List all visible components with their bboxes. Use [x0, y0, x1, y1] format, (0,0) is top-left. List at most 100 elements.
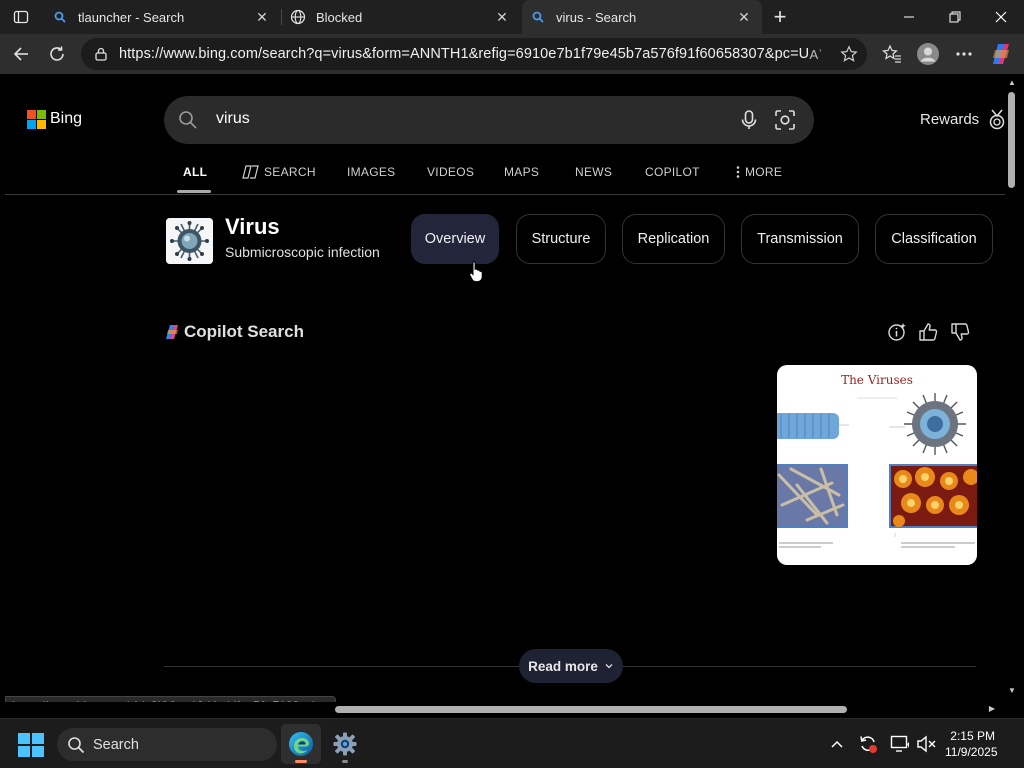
profile-button[interactable] — [913, 39, 943, 69]
refresh-icon — [50, 46, 64, 61]
nav-copilot[interactable]: COPILOT — [645, 165, 700, 179]
entity-title[interactable]: Virus — [225, 214, 280, 240]
favorites-list-icon — [882, 44, 901, 63]
tab-close-button[interactable]: ✕ — [494, 9, 510, 25]
nav-more-label: MORE — [745, 165, 783, 179]
copilot-icon — [993, 44, 1009, 64]
edge-browser-icon — [289, 732, 313, 756]
pill-overview[interactable]: Overview — [411, 214, 499, 264]
site-info-icon[interactable] — [93, 46, 109, 62]
nav-videos[interactable]: VIDEOS — [427, 165, 474, 179]
taskbar-edge[interactable] — [281, 724, 321, 764]
tab-close-button[interactable]: ✕ — [736, 9, 752, 25]
microsoft-logo-icon — [27, 110, 46, 129]
tab-close-button[interactable]: ✕ — [254, 9, 270, 25]
more-vertical-icon — [736, 166, 740, 178]
bing-results-page: Bing virus Rewards ALL SEARCH IMAGES VID… — [5, 74, 1005, 718]
vertical-scrollbar[interactable]: ▲ ▼ — [1005, 74, 1019, 704]
tab-virus-search[interactable]: virus - Search ✕ — [522, 0, 762, 34]
bing-logo[interactable]: Bing — [27, 110, 82, 129]
tab-actions-button[interactable] — [8, 5, 34, 29]
globe-icon — [290, 9, 306, 25]
scroll-down-arrow-icon[interactable]: ▼ — [1007, 686, 1017, 696]
copilot-search-nav-icon — [242, 165, 259, 179]
pill-transmission[interactable]: Transmission — [741, 214, 859, 264]
mouse-cursor — [469, 261, 483, 282]
show-hidden-icons-button[interactable] — [826, 733, 848, 755]
refresh-button[interactable] — [42, 39, 72, 69]
virus-thumbnail[interactable] — [166, 218, 213, 264]
search-box[interactable]: virus — [164, 96, 814, 144]
tab-tlauncher-search[interactable]: tlauncher - Search ✕ — [44, 0, 280, 34]
sync-alert-icon — [860, 736, 877, 753]
virus-figure-card[interactable]: The Viruses — [777, 365, 977, 565]
minimize-button[interactable] — [886, 0, 932, 34]
horizontal-scroll-thumb[interactable] — [335, 706, 847, 713]
sync-status-button[interactable] — [857, 733, 879, 755]
page-viewport: Bing virus Rewards ALL SEARCH IMAGES VID… — [0, 74, 1024, 718]
nav-news[interactable]: NEWS — [575, 165, 612, 179]
tab-title: virus - Search — [556, 9, 637, 25]
thumbs-down-button[interactable] — [949, 321, 971, 343]
taskbar-search[interactable]: Search — [57, 728, 277, 761]
clock-time: 2:15 PM — [950, 729, 995, 743]
rewards-link[interactable]: Rewards — [920, 111, 979, 128]
favorites-button[interactable] — [877, 39, 907, 69]
taskbar-settings[interactable] — [325, 724, 365, 764]
copilot-info-button[interactable] — [886, 321, 908, 343]
nav-images[interactable]: IMAGES — [347, 165, 395, 179]
visual-search-icon[interactable] — [774, 109, 796, 131]
restore-icon — [949, 11, 961, 23]
microphone-icon[interactable] — [738, 109, 760, 131]
scroll-up-arrow-icon[interactable]: ▲ — [1007, 78, 1017, 88]
settings-more-button[interactable] — [949, 39, 979, 69]
windows-logo-icon — [18, 733, 30, 744]
search-icon — [179, 111, 197, 129]
nav-maps[interactable]: MAPS — [504, 165, 539, 179]
copilot-search-heading: Copilot Search — [164, 322, 304, 342]
thumbs-up-button[interactable] — [917, 321, 939, 343]
read-aloud-icon[interactable]: Aʾ — [806, 44, 826, 64]
nav-search[interactable]: SEARCH — [242, 165, 316, 179]
volume-tray-button[interactable] — [915, 733, 937, 755]
new-tab-button[interactable]: + — [768, 4, 792, 29]
tab-blocked[interactable]: Blocked ✕ — [282, 0, 520, 34]
speaker-muted-icon — [917, 735, 936, 753]
vertical-scroll-thumb[interactable] — [1008, 92, 1015, 188]
horizontal-scrollbar[interactable]: ▶ — [0, 702, 1005, 716]
back-button[interactable] — [6, 39, 36, 69]
system-clock[interactable]: 2:15 PM 11/9/2025 — [945, 728, 998, 760]
search-input[interactable]: virus — [216, 110, 250, 128]
nav-divider — [5, 194, 1005, 195]
nav-all[interactable]: ALL — [183, 165, 207, 179]
tab-title: Blocked — [316, 9, 363, 25]
browser-toolbar: https://www.bing.com/search?q=virus&form… — [0, 34, 1024, 74]
thumbs-down-icon — [951, 323, 970, 341]
scroll-right-arrow-icon[interactable]: ▶ — [987, 704, 997, 714]
back-arrow-icon — [13, 47, 28, 61]
display-tray-button[interactable] — [889, 733, 911, 755]
pill-replication[interactable]: Replication — [622, 214, 725, 264]
pill-classification[interactable]: Classification — [875, 214, 993, 264]
address-bar[interactable]: https://www.bing.com/search?q=virus&form… — [81, 38, 867, 70]
copilot-logo-icon — [166, 325, 178, 339]
read-more-button[interactable]: Read more — [519, 649, 623, 683]
virus-illustration — [166, 218, 213, 264]
browser-tab-strip: tlauncher - Search ✕ Blocked ✕ virus - S… — [0, 0, 1024, 34]
nav-search-label: SEARCH — [264, 165, 316, 179]
pill-structure[interactable]: Structure — [516, 214, 606, 264]
more-horizontal-icon — [956, 52, 972, 56]
copilot-button[interactable] — [986, 39, 1016, 69]
active-app-indicator — [295, 760, 307, 763]
url-text[interactable]: https://www.bing.com/search?q=virus&form… — [119, 46, 809, 62]
nav-more[interactable]: MORE — [735, 165, 782, 179]
taskbar-search-label: Search — [93, 736, 139, 753]
thumbs-up-icon — [919, 323, 938, 341]
favorite-star-icon[interactable] — [839, 44, 859, 64]
chevron-up-icon — [831, 740, 843, 748]
start-button[interactable] — [18, 733, 44, 757]
tab-actions-icon — [13, 10, 29, 24]
restore-button[interactable] — [932, 0, 978, 34]
close-window-button[interactable] — [978, 0, 1024, 34]
clock-date: 11/9/2025 — [945, 745, 998, 759]
